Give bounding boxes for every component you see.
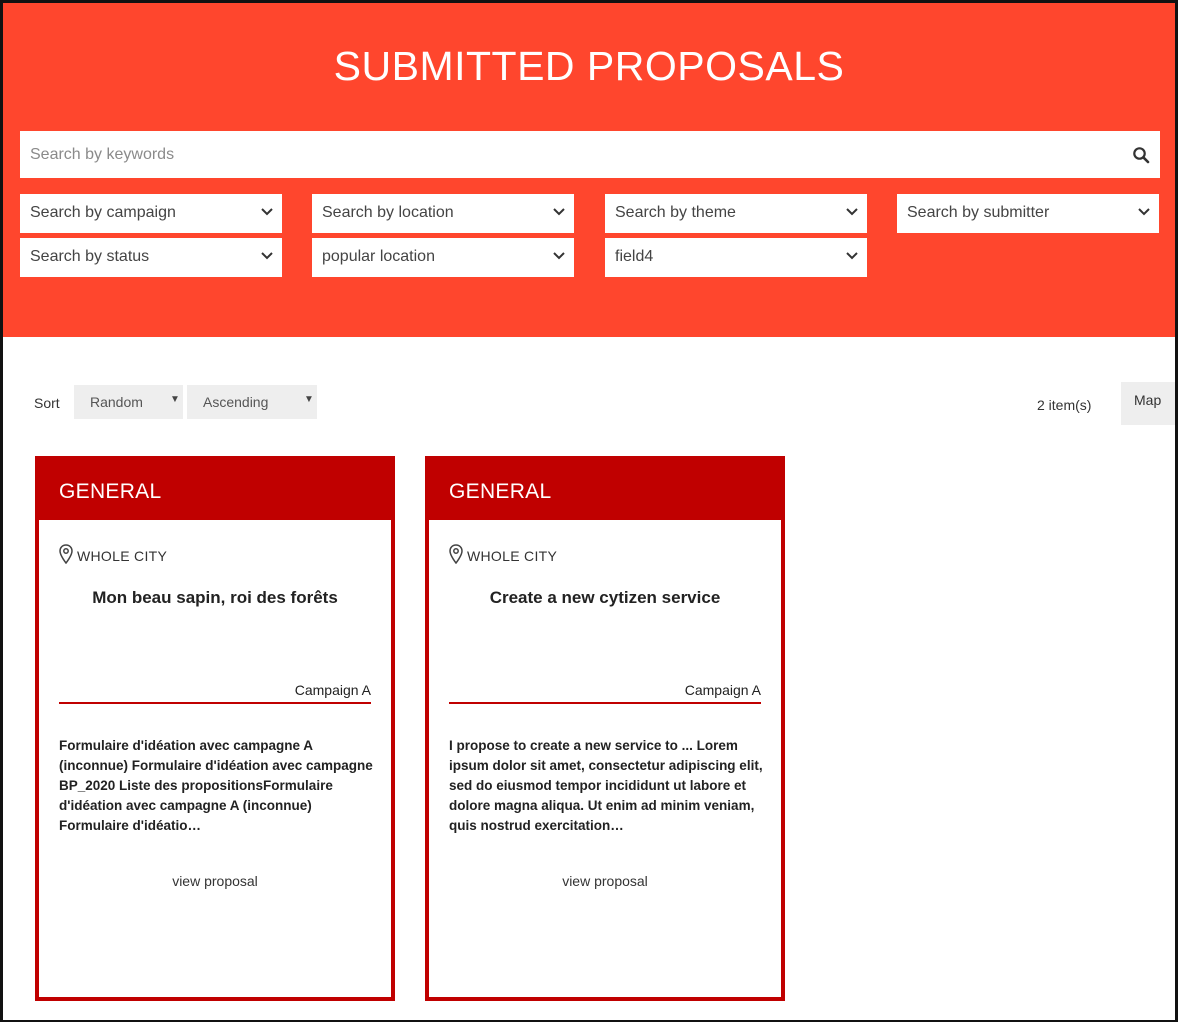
campaign-filter-label: Search by campaign (30, 204, 176, 221)
card-title: Mon beau sapin, roi des forêts (92, 588, 338, 607)
chevron-down-icon (846, 208, 858, 216)
card-divider (449, 702, 761, 704)
view-proposal-link[interactable]: view proposal (429, 873, 781, 889)
sort-label: Sort (34, 395, 60, 411)
card-header: GENERAL (39, 460, 391, 520)
location-filter-label: Search by location (322, 204, 454, 221)
card-location: WHOLE CITY (77, 548, 168, 564)
campaign-filter[interactable]: Search by campaign (20, 194, 282, 233)
card-theme: GENERAL (59, 480, 162, 503)
results-count: 2 item(s) (1037, 397, 1092, 413)
map-button[interactable]: Map (1121, 382, 1175, 425)
card-campaign: Campaign A (684, 682, 761, 698)
theme-filter-label: Search by theme (615, 204, 736, 221)
theme-filter[interactable]: Search by theme (605, 194, 867, 233)
sort-order-value: Ascending (203, 394, 269, 410)
proposal-card: GENERAL WHOLE CITY Mon beau sapin, roi d… (35, 456, 395, 1001)
popular-location-filter-label: popular location (322, 248, 435, 265)
card-header: GENERAL (429, 460, 781, 520)
submitter-filter-label: Search by submitter (907, 204, 1050, 221)
search-icon[interactable] (1132, 146, 1150, 164)
field4-filter-label: field4 (615, 248, 654, 265)
status-filter[interactable]: Search by status (20, 238, 282, 277)
proposal-card: GENERAL WHOLE CITY Create a new cytizen … (425, 456, 785, 1001)
sort-field-value: Random (90, 394, 143, 410)
card-theme: GENERAL (449, 480, 552, 503)
popular-location-filter[interactable]: popular location (312, 238, 574, 277)
chevron-down-icon (261, 208, 273, 216)
chevron-down-icon (261, 252, 273, 260)
page-title: SUBMITTED PROPOSALS (333, 43, 845, 89)
search-input[interactable] (20, 131, 1120, 178)
hero-banner: SUBMITTED PROPOSALS Search by campaign S… (3, 3, 1175, 337)
location-pin-icon (449, 544, 463, 564)
status-filter-label: Search by status (30, 248, 150, 265)
caret-down-icon: ▼ (304, 394, 314, 405)
field4-filter[interactable]: field4 (605, 238, 867, 277)
view-proposal-link[interactable]: view proposal (39, 873, 391, 889)
card-description: I propose to create a new service to ...… (449, 738, 763, 833)
card-title: Create a new cytizen service (489, 588, 721, 607)
keyword-search (20, 131, 1160, 178)
map-button-label: Map (1134, 392, 1162, 408)
caret-down-icon: ▼ (170, 394, 180, 405)
chevron-down-icon (846, 252, 858, 260)
location-pin-icon (59, 544, 73, 564)
chevron-down-icon (553, 252, 565, 260)
card-description: Formulaire d'idéation avec campagne A (i… (59, 738, 373, 833)
location-filter[interactable]: Search by location (312, 194, 574, 233)
card-location: WHOLE CITY (467, 548, 558, 564)
sort-order-select[interactable]: Ascending ▼ (187, 385, 317, 419)
card-campaign: Campaign A (294, 682, 371, 698)
sort-field-select[interactable]: Random ▼ (74, 385, 183, 419)
chevron-down-icon (553, 208, 565, 216)
card-divider (59, 702, 371, 704)
submitter-filter[interactable]: Search by submitter (897, 194, 1159, 233)
chevron-down-icon (1138, 208, 1150, 216)
